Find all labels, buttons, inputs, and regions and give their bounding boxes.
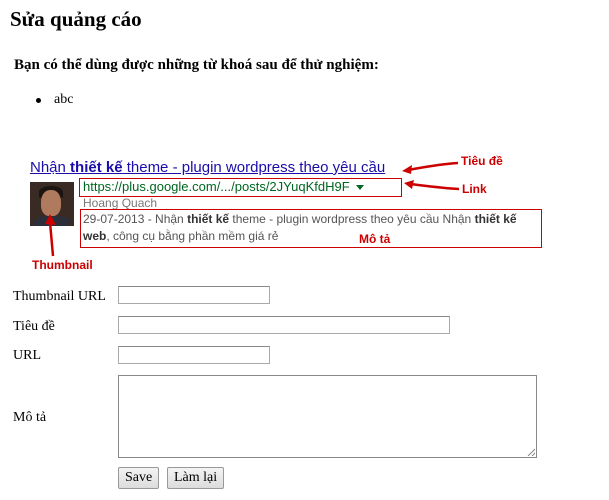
thumbnail-url-label: Thumbnail URL — [13, 289, 106, 304]
resize-grip-icon[interactable] — [527, 448, 535, 456]
reset-button[interactable]: Làm lại — [167, 467, 225, 489]
thumbnail-url-input[interactable] — [118, 286, 270, 304]
url-label: URL — [13, 348, 41, 363]
description-label: Mô tả — [13, 410, 47, 425]
title-input[interactable] — [118, 316, 450, 334]
edit-ad-form: Thumbnail URL Tiêu đề URL Mô tả Save Làm… — [0, 0, 609, 500]
description-textarea[interactable] — [118, 375, 537, 458]
title-label: Tiêu đề — [13, 319, 55, 334]
save-button[interactable]: Save — [118, 467, 160, 489]
url-input[interactable] — [118, 346, 270, 364]
